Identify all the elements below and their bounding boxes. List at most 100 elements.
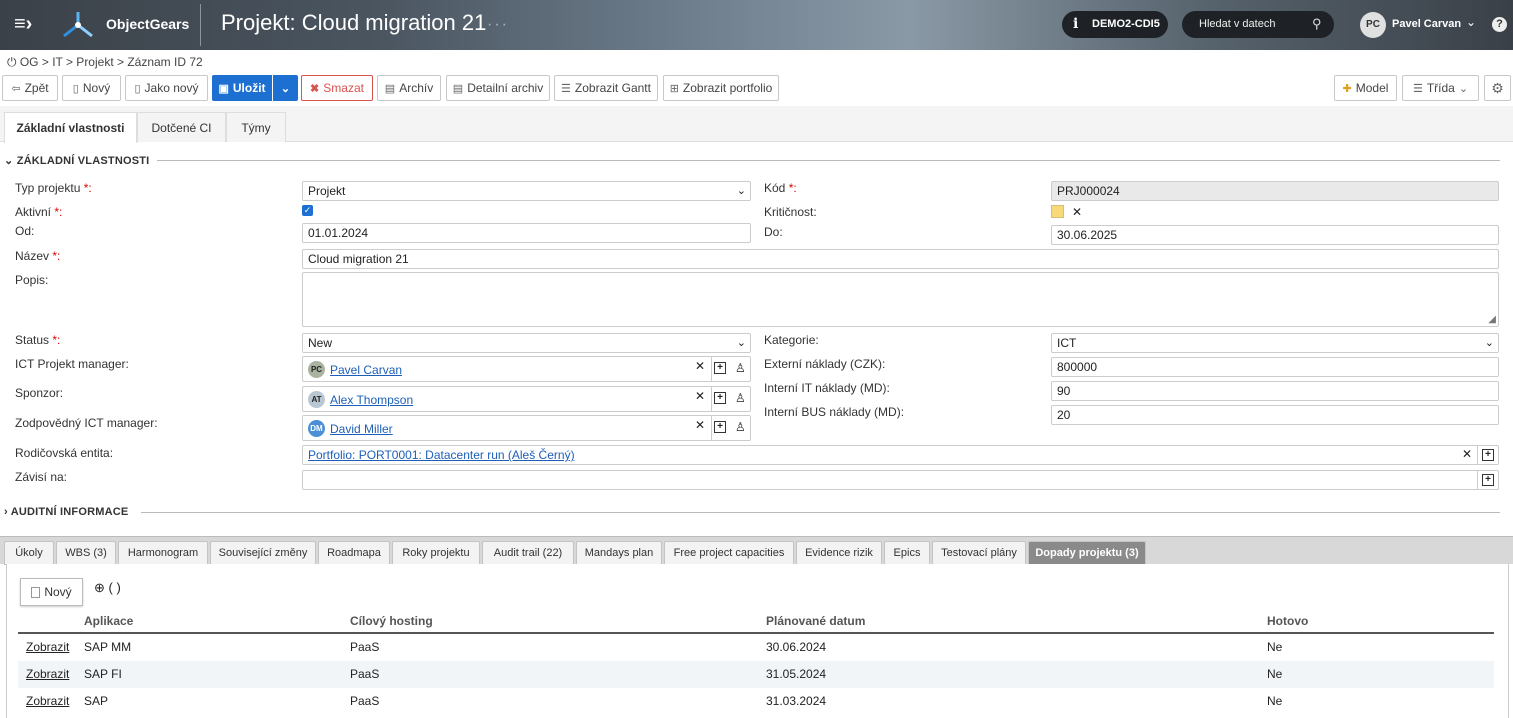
avatar: DM xyxy=(308,420,325,437)
user-icon[interactable]: ♙ xyxy=(735,420,746,434)
depends-on-label: Závisí na: xyxy=(15,470,68,484)
sponsor-link[interactable]: Alex Thompson xyxy=(330,393,413,407)
sponsor-field[interactable]: AT Alex Thompson ✕ + ♙ xyxy=(302,386,751,412)
column-header-done[interactable]: Hotovo xyxy=(1267,614,1308,628)
internal-it-costs-input[interactable]: 90 xyxy=(1051,381,1499,401)
tab-risk-register[interactable]: Evidence rizik xyxy=(796,541,882,565)
responsible-manager-label: Zodpovědný ICT manager: xyxy=(15,416,158,430)
tab-mandays-plan[interactable]: Mandays plan xyxy=(576,541,662,565)
responsible-manager-field[interactable]: DM David Miller ✕ + ♙ xyxy=(302,415,751,441)
as-new-button[interactable]: ▯ Jako nový xyxy=(125,75,208,101)
chevron-down-icon: ⌄ xyxy=(4,155,14,167)
column-header-hosting[interactable]: Cílový hosting xyxy=(350,614,433,628)
tab-affected-ci[interactable]: Dotčené CI xyxy=(137,112,226,142)
add-icon[interactable]: + xyxy=(714,362,726,374)
settings-button[interactable]: ⚙ xyxy=(1484,75,1511,101)
tab-basic-properties[interactable]: Základní vlastnosti xyxy=(4,112,137,143)
new-button[interactable]: ▯ Nový xyxy=(62,75,121,101)
parent-entity-link[interactable]: Portfolio: PORT0001: Datacenter run (Ale… xyxy=(308,448,575,462)
description-textarea[interactable]: ◢ xyxy=(302,272,1499,327)
category-label: Kategorie: xyxy=(764,333,819,347)
delete-button[interactable]: ✖ Smazat xyxy=(301,75,373,101)
new-record-button[interactable]: Nový xyxy=(20,578,83,606)
user-icon[interactable]: ♙ xyxy=(735,361,746,375)
tab-free-capacities[interactable]: Free project capacities xyxy=(664,541,794,565)
add-icon[interactable]: + xyxy=(714,421,726,433)
detail-archive-label: Detailní archiv xyxy=(467,81,544,95)
to-date-input[interactable]: 30.06.2025 xyxy=(1051,225,1499,245)
class-button[interactable]: ☰ Třída ⌄ xyxy=(1402,75,1479,101)
category-select[interactable]: ICT ⌄ xyxy=(1051,333,1499,353)
section-basic-header[interactable]: ⌄ ZÁKLADNÍ VLASTNOSTI xyxy=(4,154,149,167)
active-checkbox[interactable]: ✓ xyxy=(302,205,313,216)
field-separator xyxy=(1477,471,1478,489)
add-icon[interactable]: + xyxy=(714,392,726,404)
criticality-color-swatch[interactable] xyxy=(1051,205,1064,218)
menu-icon[interactable]: ≡› xyxy=(14,14,38,34)
clear-icon[interactable]: ✕ xyxy=(695,359,705,373)
info-icon: i xyxy=(1073,16,1079,32)
tab-roadmap[interactable]: Roadmapa xyxy=(318,541,390,565)
environment-badge[interactable]: i DEMO2-CDI5 xyxy=(1062,11,1168,38)
add-icon[interactable]: + xyxy=(1482,449,1494,461)
global-search[interactable]: Hledat v datech ⚲ xyxy=(1182,11,1334,38)
tab-tasks[interactable]: Úkoly xyxy=(4,541,54,565)
detail-archive-button[interactable]: ▤ Detailní archiv xyxy=(446,75,550,101)
project-manager-link[interactable]: Pavel Carvan xyxy=(330,363,402,377)
tab-project-impacts[interactable]: Dopady projektu (3) xyxy=(1028,541,1146,565)
tab-teams[interactable]: Týmy xyxy=(226,112,286,142)
resize-handle-icon[interactable]: ◢ xyxy=(1488,314,1496,325)
external-costs-label: Externí náklady (CZK): xyxy=(764,357,886,371)
breadcrumb-path[interactable]: OG > IT > Projekt > Záznam ID 72 xyxy=(20,55,203,69)
chevron-down-icon: ⌄ xyxy=(280,82,291,95)
depends-on-field[interactable]: + xyxy=(302,470,1499,490)
clear-icon[interactable]: ✕ xyxy=(1072,205,1082,219)
project-manager-field[interactable]: PC Pavel Carvan ✕ + ♙ xyxy=(302,356,751,382)
cell-hosting: PaaS xyxy=(350,667,380,681)
section-audit-header[interactable]: › AUDITNÍ INFORMACE xyxy=(4,506,128,518)
section-divider xyxy=(157,160,1500,161)
name-input[interactable]: Cloud migration 21 xyxy=(302,249,1499,269)
add-icon[interactable]: + xyxy=(1482,474,1494,486)
gantt-button[interactable]: ☰ Zobrazit Gantt xyxy=(554,75,658,101)
save-dropdown-button[interactable]: ⌄ xyxy=(273,75,298,101)
column-header-date[interactable]: Plánované datum xyxy=(766,614,865,628)
cell-hosting: PaaS xyxy=(350,694,380,708)
model-button[interactable]: ✚ Model xyxy=(1334,75,1397,101)
archive-button[interactable]: ▤ Archív xyxy=(377,75,441,101)
save-button[interactable]: ▣ Uložit xyxy=(212,75,272,101)
tab-audit-trail[interactable]: Audit trail (22) xyxy=(482,541,574,565)
tab-related-changes[interactable]: Související změny xyxy=(210,541,316,565)
section-basic-title: ZÁKLADNÍ VLASTNOSTI xyxy=(16,155,150,167)
code-input: PRJ000024 xyxy=(1051,181,1499,201)
status-select[interactable]: New ⌄ xyxy=(302,333,751,353)
responsible-manager-link[interactable]: David Miller xyxy=(330,422,393,436)
help-icon[interactable]: ? xyxy=(1492,17,1507,32)
external-costs-input[interactable]: 800000 xyxy=(1051,357,1499,377)
tab-wbs[interactable]: WBS (3) xyxy=(56,541,116,565)
show-link[interactable]: Zobrazit xyxy=(26,640,69,654)
user-icon[interactable]: ♙ xyxy=(735,391,746,405)
show-link[interactable]: Zobrazit xyxy=(26,667,69,681)
section-divider xyxy=(141,512,1500,513)
portfolio-button[interactable]: ⊞ Zobrazit portfolio xyxy=(663,75,779,101)
column-header-application[interactable]: Aplikace xyxy=(84,614,133,628)
parent-entity-field[interactable]: Portfolio: PORT0001: Datacenter run (Ale… xyxy=(302,445,1499,465)
objectgears-logo-icon[interactable] xyxy=(58,8,98,42)
from-date-input[interactable]: 01.01.2024 xyxy=(302,223,751,243)
tab-project-years[interactable]: Roky projektu xyxy=(392,541,480,565)
grid-icon: ⊞ xyxy=(669,82,679,95)
back-button[interactable]: ⇦ Zpět xyxy=(2,75,58,101)
clear-icon[interactable]: ✕ xyxy=(695,389,705,403)
project-type-select[interactable]: Projekt ⌄ xyxy=(302,181,751,201)
count-indicator[interactable]: ⊕ ( ) xyxy=(94,580,121,596)
tab-test-plans[interactable]: Testovací plány xyxy=(932,541,1026,565)
breadcrumb[interactable]: ⏻ OG > IT > Projekt > Záznam ID 72 xyxy=(7,55,203,70)
internal-bus-costs-input[interactable]: 20 xyxy=(1051,405,1499,425)
clear-icon[interactable]: ✕ xyxy=(1462,447,1472,461)
clear-icon[interactable]: ✕ xyxy=(695,418,705,432)
search-icon[interactable]: ⚲ xyxy=(1312,16,1322,32)
tab-schedule[interactable]: Harmonogram xyxy=(118,541,208,565)
tab-epics[interactable]: Epics xyxy=(884,541,930,565)
show-link[interactable]: Zobrazit xyxy=(26,694,69,708)
